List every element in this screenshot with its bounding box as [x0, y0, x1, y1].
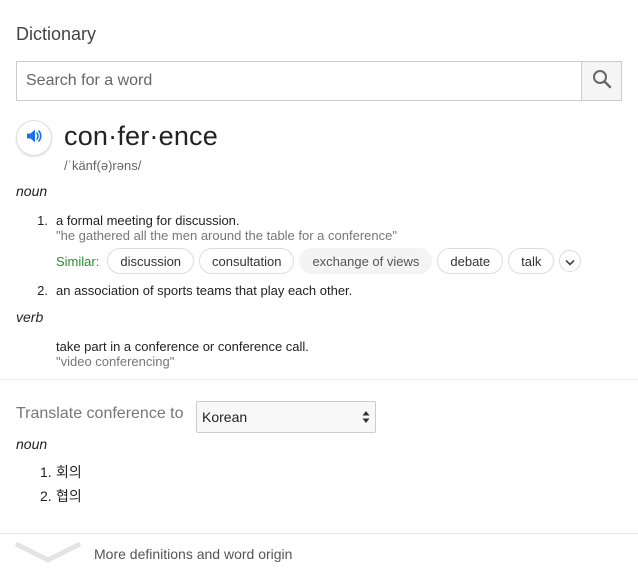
chevron-down-icon: [14, 540, 82, 569]
sense-definition: an association of sports teams that play…: [56, 283, 353, 298]
similar-chip[interactable]: exchange of views: [299, 248, 433, 274]
verb-definition: take part in a conference or conference …: [56, 339, 309, 354]
chevron-down-icon: [565, 254, 575, 269]
translation-item: 2. 협의: [40, 486, 82, 506]
more-definitions-label: More definitions and word origin: [94, 546, 293, 562]
sense-definition: a formal meeting for discussion.: [56, 213, 240, 228]
similar-chip[interactable]: debate: [437, 248, 504, 274]
translation-text: 협의: [56, 488, 82, 504]
search-bar: [16, 61, 622, 101]
search-input[interactable]: [17, 62, 581, 100]
search-icon: [592, 69, 612, 94]
speaker-icon: [25, 127, 43, 150]
language-value: Korean: [202, 409, 248, 425]
expand-similar-button[interactable]: [559, 250, 582, 272]
divider: [0, 379, 638, 380]
dictionary-title: Dictionary: [16, 24, 97, 44]
search-button[interactable]: [581, 62, 621, 100]
similar-label: Similar:: [56, 253, 100, 269]
pos-verb: verb: [16, 309, 44, 325]
translate-label: Translate conference to: [16, 405, 184, 422]
translation-number: 2.: [40, 488, 52, 504]
similar-chip[interactable]: talk: [508, 248, 555, 274]
select-arrows-icon: [362, 410, 370, 427]
translation-item: 1. 회의: [40, 462, 82, 482]
similar-chip[interactable]: consultation: [199, 248, 295, 274]
more-definitions-button[interactable]: More definitions and word origin: [0, 534, 638, 574]
sense-example: "he gathered all the men around the tabl…: [56, 228, 397, 243]
headword: con·fer·ence: [64, 121, 218, 151]
pos-noun: noun: [16, 183, 48, 199]
similar-chip[interactable]: discussion: [107, 248, 195, 274]
pronunciation: /ˈkänf(ə)rəns/: [64, 158, 142, 173]
similar-words: Similar: discussion consultation exchang…: [56, 248, 582, 274]
translation-number: 1.: [40, 464, 52, 480]
sense-number: 1.: [37, 213, 48, 228]
pronounce-button[interactable]: [16, 120, 52, 156]
language-select[interactable]: Korean: [196, 401, 376, 433]
translation-text: 회의: [56, 464, 82, 480]
sense-number: 2.: [37, 283, 48, 298]
translate-pos: noun: [16, 436, 48, 452]
verb-example: "video conferencing": [56, 354, 175, 369]
